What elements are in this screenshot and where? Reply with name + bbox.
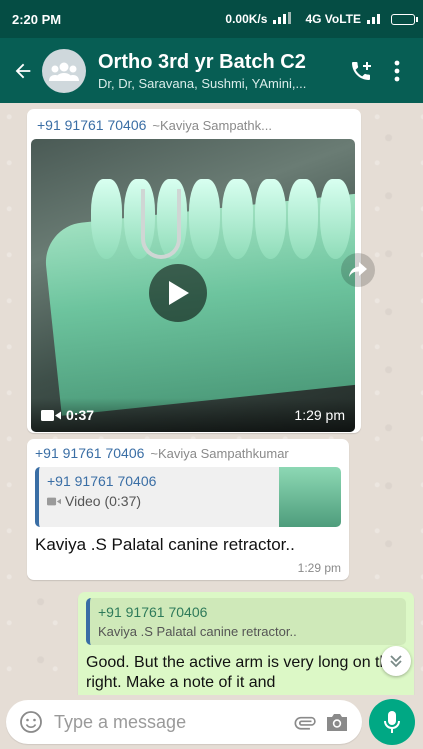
- video-duration: 0:37: [41, 407, 94, 423]
- message-sender[interactable]: +91 91761 70406 ~Kaviya Sampathk...: [31, 113, 357, 139]
- chat-header: Ortho 3rd yr Batch C2 Dr, Dr, Saravana, …: [0, 38, 423, 103]
- video-message[interactable]: +91 91761 70406 ~Kaviya Sampathk... 0:37 …: [27, 109, 361, 433]
- group-avatar[interactable]: [42, 48, 86, 93]
- attach-button[interactable]: [292, 707, 318, 737]
- camera-icon: [327, 714, 347, 731]
- network-type: 4G VoLTE: [305, 12, 361, 26]
- message-text: Good. But the active arm is very long on…: [86, 654, 398, 691]
- add-call-icon: [352, 61, 371, 80]
- play-button[interactable]: [149, 264, 207, 322]
- quote-content: +91 91761 70406 Video (0:37): [39, 467, 164, 527]
- status-bar: 2:20 PM 0.00K/s 4G VoLTE: [0, 0, 423, 38]
- quote-sender: +91 91761 70406: [98, 604, 208, 620]
- signal-icon: [273, 11, 299, 27]
- sender-name: ~Kaviya Sampathk...: [152, 118, 272, 133]
- scroll-down-button[interactable]: [381, 646, 411, 676]
- arrow-left-icon: [15, 63, 31, 78]
- message-input[interactable]: [54, 711, 286, 733]
- message-text: Kaviya .S Palatal canine retractor..: [35, 535, 295, 554]
- message-time: 1:29 pm: [294, 407, 345, 423]
- double-chevron-down-icon: [390, 655, 402, 668]
- status-indicators: 0.00K/s 4G VoLTE: [225, 11, 418, 27]
- video-duration-text: 0:37: [66, 407, 95, 423]
- emoji-button[interactable]: [18, 707, 44, 737]
- chat-title-block[interactable]: Ortho 3rd yr Batch C2 Dr, Dr, Saravana, …: [98, 51, 343, 91]
- video-frame-teeth: [91, 179, 351, 259]
- quote-description: Kaviya .S Palatal canine retractor..: [98, 624, 297, 639]
- status-time: 2:20 PM: [12, 11, 62, 27]
- battery-icon: [391, 13, 418, 25]
- message-input-pill[interactable]: [6, 700, 362, 744]
- chat-participants: Dr, Dr, Saravana, Sushmi, YAmini,...: [98, 75, 307, 91]
- reply-message[interactable]: +91 91761 70406 ~Kaviya Sampathkumar +91 …: [27, 439, 349, 580]
- video-frame-wire: [141, 189, 181, 259]
- video-thumbnail[interactable]: 0:37 1:29 pm: [31, 139, 355, 432]
- sender-name: ~Kaviya Sampathkumar: [150, 446, 289, 461]
- composer: [0, 695, 423, 749]
- back-button[interactable]: [10, 58, 36, 84]
- quoted-message[interactable]: +91 91761 70406 Video (0:37): [35, 467, 341, 527]
- message-time: 1:29 pm: [297, 561, 341, 575]
- video-camera-icon: [47, 497, 61, 505]
- sender-phone: +91 91761 70406: [37, 117, 147, 133]
- quote-desc-text: Video (0:37): [65, 493, 142, 509]
- video-meta: 0:37 1:29 pm: [31, 398, 355, 432]
- play-icon: [169, 281, 189, 305]
- forward-icon: [349, 262, 367, 277]
- quote-thumbnail: [279, 467, 341, 527]
- add-call-button[interactable]: [343, 51, 379, 91]
- network-speed: 0.00K/s: [225, 12, 268, 26]
- voice-record-button[interactable]: [369, 699, 415, 745]
- kebab-menu-icon: [394, 60, 400, 81]
- quote-sender: +91 91761 70406: [47, 473, 157, 489]
- quoted-message[interactable]: +91 91761 70406 Kaviya .S Palatal canine…: [86, 598, 406, 645]
- quote-description: Video (0:37): [47, 493, 156, 509]
- forward-button[interactable]: [341, 253, 375, 287]
- signal-icon-2: [367, 12, 385, 27]
- group-icon: [49, 62, 79, 81]
- message-sender[interactable]: +91 91761 70406 ~Kaviya Sampathkumar: [35, 445, 341, 461]
- paperclip-icon: [294, 716, 316, 730]
- chat-area[interactable]: +91 91761 70406 ~Kaviya Sampathk... 0:37 …: [0, 103, 423, 695]
- emoji-icon: [20, 711, 42, 733]
- chat-title: Ortho 3rd yr Batch C2: [98, 50, 306, 73]
- sender-phone: +91 91761 70406: [35, 445, 145, 461]
- camera-button[interactable]: [324, 707, 350, 737]
- outgoing-message[interactable]: +91 91761 70406 Kaviya .S Palatal canine…: [78, 592, 414, 695]
- video-camera-icon: [41, 409, 61, 421]
- menu-button[interactable]: [379, 51, 415, 91]
- microphone-icon: [384, 711, 400, 733]
